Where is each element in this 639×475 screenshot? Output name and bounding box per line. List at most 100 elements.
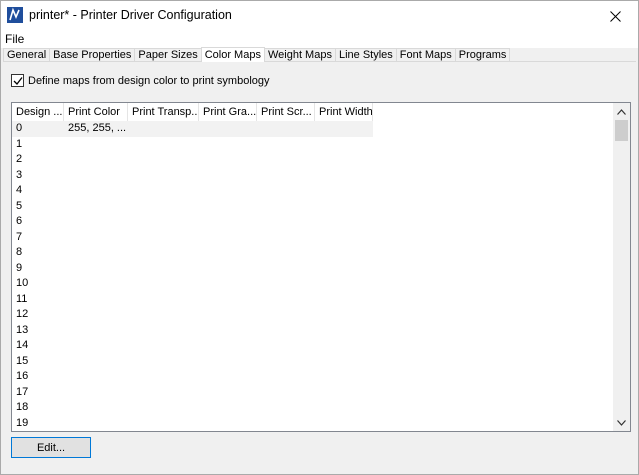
table-row[interactable]: 7	[12, 230, 614, 246]
tab-line-styles[interactable]: Line Styles	[334, 48, 397, 61]
print-color-cell	[64, 416, 128, 432]
tab-programs[interactable]: Programs	[454, 48, 511, 61]
table-row[interactable]: 4	[12, 183, 614, 199]
tab-paper-sizes[interactable]: Paper Sizes	[134, 48, 202, 61]
table-row[interactable]: 12	[12, 307, 614, 323]
define-maps-label: Define maps from design color to print s…	[28, 74, 270, 87]
design-color-cell: 19	[16, 416, 29, 429]
color-map-table: Design ... Print Color Print Transp... Prin…	[11, 102, 631, 432]
table-row[interactable]: 15	[12, 354, 614, 370]
design-color-cell: 2	[16, 153, 23, 165]
column-header[interactable]: Design ...	[12, 103, 64, 121]
table-row[interactable]: 5	[12, 199, 614, 215]
design-color-cell: 16	[16, 370, 29, 382]
print-color-cell	[64, 369, 128, 385]
print-color-cell	[64, 168, 128, 184]
table-row[interactable]: 1	[12, 137, 614, 153]
app-icon	[7, 7, 23, 23]
scroll-up-button[interactable]	[613, 103, 630, 120]
print-color-cell	[64, 354, 128, 370]
title-bar: printer* - Printer Driver Configuration	[1, 1, 638, 31]
design-color-cell: 13	[16, 323, 29, 336]
menu-file[interactable]: File	[5, 32, 24, 46]
close-icon	[609, 10, 621, 22]
print-color-cell	[64, 307, 128, 323]
empty-cell	[257, 121, 315, 137]
column-header[interactable]: Print Gra...	[199, 103, 257, 121]
tab-color-maps[interactable]: Color Maps	[200, 47, 265, 62]
table-row[interactable]: 8	[12, 245, 614, 261]
table-row[interactable]: 19	[12, 416, 614, 432]
print-color-cell	[64, 152, 128, 168]
design-color-cell: 15	[16, 354, 29, 367]
checkmark-icon	[13, 76, 23, 85]
column-header[interactable]: Print Width	[315, 103, 373, 121]
design-color-cell: 6	[16, 215, 23, 227]
print-color-cell	[64, 199, 128, 215]
table-row[interactable]: 16	[12, 369, 614, 385]
print-color-cell	[64, 245, 128, 261]
table-row[interactable]: 3	[12, 168, 614, 184]
design-color-cell: 10	[16, 277, 29, 289]
color-maps-panel: Define maps from design color to print s…	[3, 62, 636, 474]
scroll-down-button[interactable]	[613, 414, 630, 431]
tab-weight-maps[interactable]: Weight Maps	[263, 48, 336, 61]
table-body: 0 255, 255, ... 1 2 3 4 5 6 7 8 9 10 11 12 13 14 15 16 17 1…	[12, 121, 614, 431]
tab-strip: General Base Properties Paper Sizes Color M…	[3, 47, 636, 62]
print-color-cell	[64, 323, 128, 339]
print-color-cell	[64, 338, 128, 354]
empty-cell	[315, 121, 373, 137]
design-color-cell: 5	[16, 199, 23, 212]
print-color-cell	[64, 292, 128, 308]
table-row[interactable]: 2	[12, 152, 614, 168]
print-color-cell	[64, 385, 128, 401]
scroll-thumb[interactable]	[615, 120, 628, 141]
design-color-cell: 18	[16, 401, 29, 413]
design-color-cell: 12	[16, 308, 29, 320]
edit-button[interactable]: Edit...	[11, 437, 91, 458]
print-color-cell	[64, 183, 128, 199]
table-row[interactable]: 0 255, 255, ...	[12, 121, 614, 137]
design-color-cell: 8	[16, 246, 23, 258]
print-color-cell	[64, 137, 128, 153]
dialog-window: printer* - Printer Driver Configuration …	[0, 0, 639, 475]
design-color-cell: 11	[16, 292, 28, 305]
design-color-cell: 0	[12, 121, 64, 137]
tab-font-maps[interactable]: Font Maps	[395, 48, 456, 61]
design-color-cell: 17	[16, 385, 29, 398]
table-row[interactable]: 9	[12, 261, 614, 277]
print-color-cell: 255, 255, ...	[64, 121, 128, 137]
tab-general[interactable]: General	[3, 48, 51, 61]
design-color-cell: 3	[16, 168, 23, 181]
define-maps-checkbox-row[interactable]: Define maps from design color to print s…	[11, 74, 270, 87]
tab-base-properties[interactable]: Base Properties	[49, 48, 136, 61]
print-color-cell	[64, 400, 128, 416]
table-header: Design ... Print Color Print Transp... Prin…	[12, 103, 373, 121]
column-header[interactable]: Print Color	[64, 103, 128, 121]
define-maps-checkbox[interactable]	[11, 74, 24, 87]
design-color-cell: 9	[16, 261, 23, 274]
design-color-cell: 14	[16, 339, 29, 351]
vertical-scrollbar[interactable]	[613, 103, 630, 431]
design-color-cell: 4	[16, 184, 23, 196]
close-button[interactable]	[592, 1, 638, 31]
window-title: printer* - Printer Driver Configuration	[29, 8, 232, 22]
table-row[interactable]: 18	[12, 400, 614, 416]
column-header[interactable]: Print Scr...	[257, 103, 315, 121]
design-color-cell: 7	[16, 230, 23, 243]
table-row[interactable]: 13	[12, 323, 614, 339]
table-row[interactable]: 14	[12, 338, 614, 354]
design-color-cell: 1	[16, 137, 23, 150]
empty-cell	[199, 121, 257, 137]
menu-bar: File	[1, 31, 638, 48]
table-row[interactable]: 11	[12, 292, 614, 308]
print-color-cell	[64, 261, 128, 277]
chevron-up-icon	[617, 108, 626, 115]
column-header[interactable]: Print Transp...	[128, 103, 199, 121]
table-row[interactable]: 6	[12, 214, 614, 230]
table-row[interactable]: 10	[12, 276, 614, 292]
table-row[interactable]: 17	[12, 385, 614, 401]
print-color-cell	[64, 230, 128, 246]
print-color-cell	[64, 276, 128, 292]
chevron-down-icon	[617, 419, 626, 426]
